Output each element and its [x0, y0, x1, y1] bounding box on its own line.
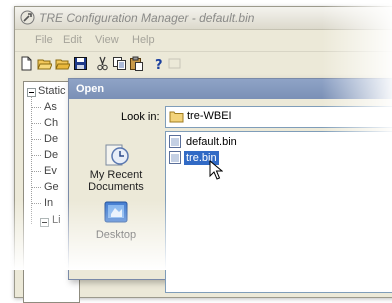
tree-item[interactable]: De: [44, 133, 58, 145]
file-icon: [169, 151, 181, 164]
menu-help[interactable]: Help: [132, 34, 155, 46]
tree-collapse-toggle[interactable]: [40, 218, 49, 227]
open-folder-icon[interactable]: [55, 56, 70, 71]
file-list[interactable]: default.bin tre.bin: [165, 131, 392, 293]
recent-documents-icon: [105, 144, 129, 166]
dialog-title-bar[interactable]: Open: [69, 79, 392, 99]
place-my-recent-documents[interactable]: My Recent Documents: [69, 141, 163, 193]
tree-item[interactable]: Li: [52, 214, 61, 226]
svg-text:?: ?: [155, 58, 163, 71]
tree-item[interactable]: Ch: [44, 117, 58, 129]
dialog-title: Open: [76, 83, 105, 95]
folder-icon: [169, 111, 184, 123]
tree-item[interactable]: As: [44, 101, 57, 113]
mouse-cursor-icon: [209, 160, 223, 180]
tree-item[interactable]: Ev: [44, 165, 57, 177]
tree-root-label[interactable]: Static: [38, 85, 66, 97]
copy-icon[interactable]: [112, 56, 127, 71]
places-bar: My Recent Documents Desktop: [69, 131, 163, 291]
help-icon[interactable]: ?: [151, 56, 166, 71]
app-wrench-icon: [20, 10, 35, 25]
file-name: default.bin: [186, 136, 237, 148]
toolbar: ?: [15, 51, 392, 76]
place-label: Desktop: [95, 229, 137, 241]
main-title-bar[interactable]: TRE Configuration Manager - default.bin: [15, 7, 392, 30]
look-in-dropdown[interactable]: tre-WBEI: [165, 106, 392, 128]
new-icon[interactable]: [19, 56, 34, 71]
disabled-icon: [168, 58, 181, 69]
look-in-label: Look in:: [121, 111, 160, 123]
place-desktop[interactable]: Desktop: [69, 199, 163, 241]
place-label: My Recent: [89, 169, 143, 181]
tree-item[interactable]: De: [44, 149, 58, 161]
open-dialog: Open Look in: tre-WBEI My Recent Documen…: [68, 78, 392, 293]
place-label: Documents: [88, 181, 144, 193]
paste-icon[interactable]: [129, 56, 144, 71]
cut-icon[interactable]: [95, 56, 110, 71]
look-in-value: tre-WBEI: [187, 110, 232, 122]
menu-file[interactable]: File: [35, 34, 53, 46]
save-icon[interactable]: [73, 56, 88, 71]
menu-bar: File Edit View Help: [15, 30, 392, 50]
file-icon: [169, 135, 181, 148]
main-window-title: TRE Configuration Manager - default.bin: [39, 11, 255, 25]
menu-view[interactable]: View: [95, 34, 119, 46]
desktop-icon: [104, 201, 128, 223]
tree-item[interactable]: In: [44, 197, 53, 209]
menu-edit[interactable]: Edit: [63, 34, 82, 46]
tree-item[interactable]: Ge: [44, 181, 59, 193]
open-icon[interactable]: [37, 56, 52, 71]
